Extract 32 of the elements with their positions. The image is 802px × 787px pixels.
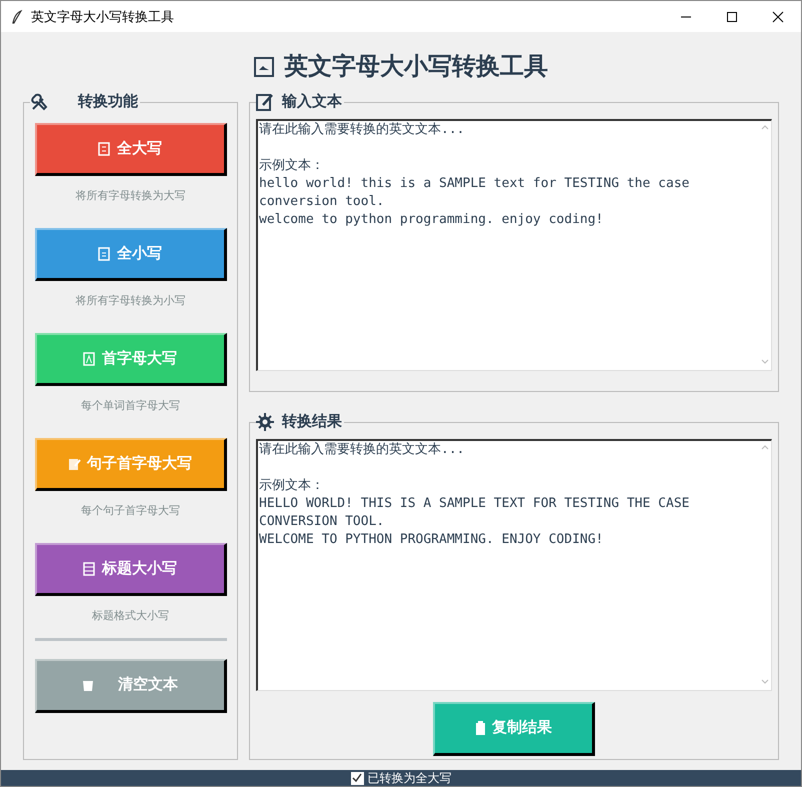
action-button[interactable]: 全小写: [34, 228, 226, 281]
picture-frame-icon: [254, 57, 274, 77]
group-title: 输入文本: [282, 92, 342, 112]
letter-tile-icon: [83, 352, 96, 366]
document-icon: [98, 142, 111, 156]
maximize-icon: [725, 10, 739, 22]
feather-icon: [11, 10, 23, 24]
action-button[interactable]: 首字母大写: [34, 333, 226, 386]
group-title: 转换功能: [78, 92, 138, 112]
group-title: 转换结果: [282, 412, 342, 432]
action-button[interactable]: 复制结果: [433, 702, 595, 756]
tools-icon: [30, 92, 50, 112]
button-caption: 每个句子首字母大写: [81, 504, 180, 519]
memo-icon: [68, 457, 81, 471]
close-icon: [771, 10, 785, 22]
button-caption: 将所有字母转换为大写: [76, 188, 186, 204]
status-text: 已转换为全大写: [368, 770, 452, 786]
action-button[interactable]: 句子首字母大写: [34, 438, 226, 491]
ledger-icon: [83, 562, 96, 576]
window-title: 英文字母大小写转换工具: [31, 8, 174, 26]
action-button[interactable]: 标题大小写: [34, 543, 226, 596]
button-caption: 标题格式大小写: [92, 609, 169, 624]
bucket-icon: [82, 679, 94, 692]
gear-icon: [256, 413, 274, 432]
memo-icon: [256, 93, 274, 112]
app-title: 英文字母大小写转换工具: [284, 52, 548, 82]
button-caption: 每个单词首字母大写: [81, 398, 180, 414]
clipboard-icon: [475, 721, 486, 736]
action-button[interactable]: 全大写: [34, 123, 226, 176]
document-icon: [98, 247, 111, 261]
action-button[interactable]: 清空文本: [34, 659, 226, 713]
button-caption: 将所有字母转换为小写: [76, 294, 186, 309]
